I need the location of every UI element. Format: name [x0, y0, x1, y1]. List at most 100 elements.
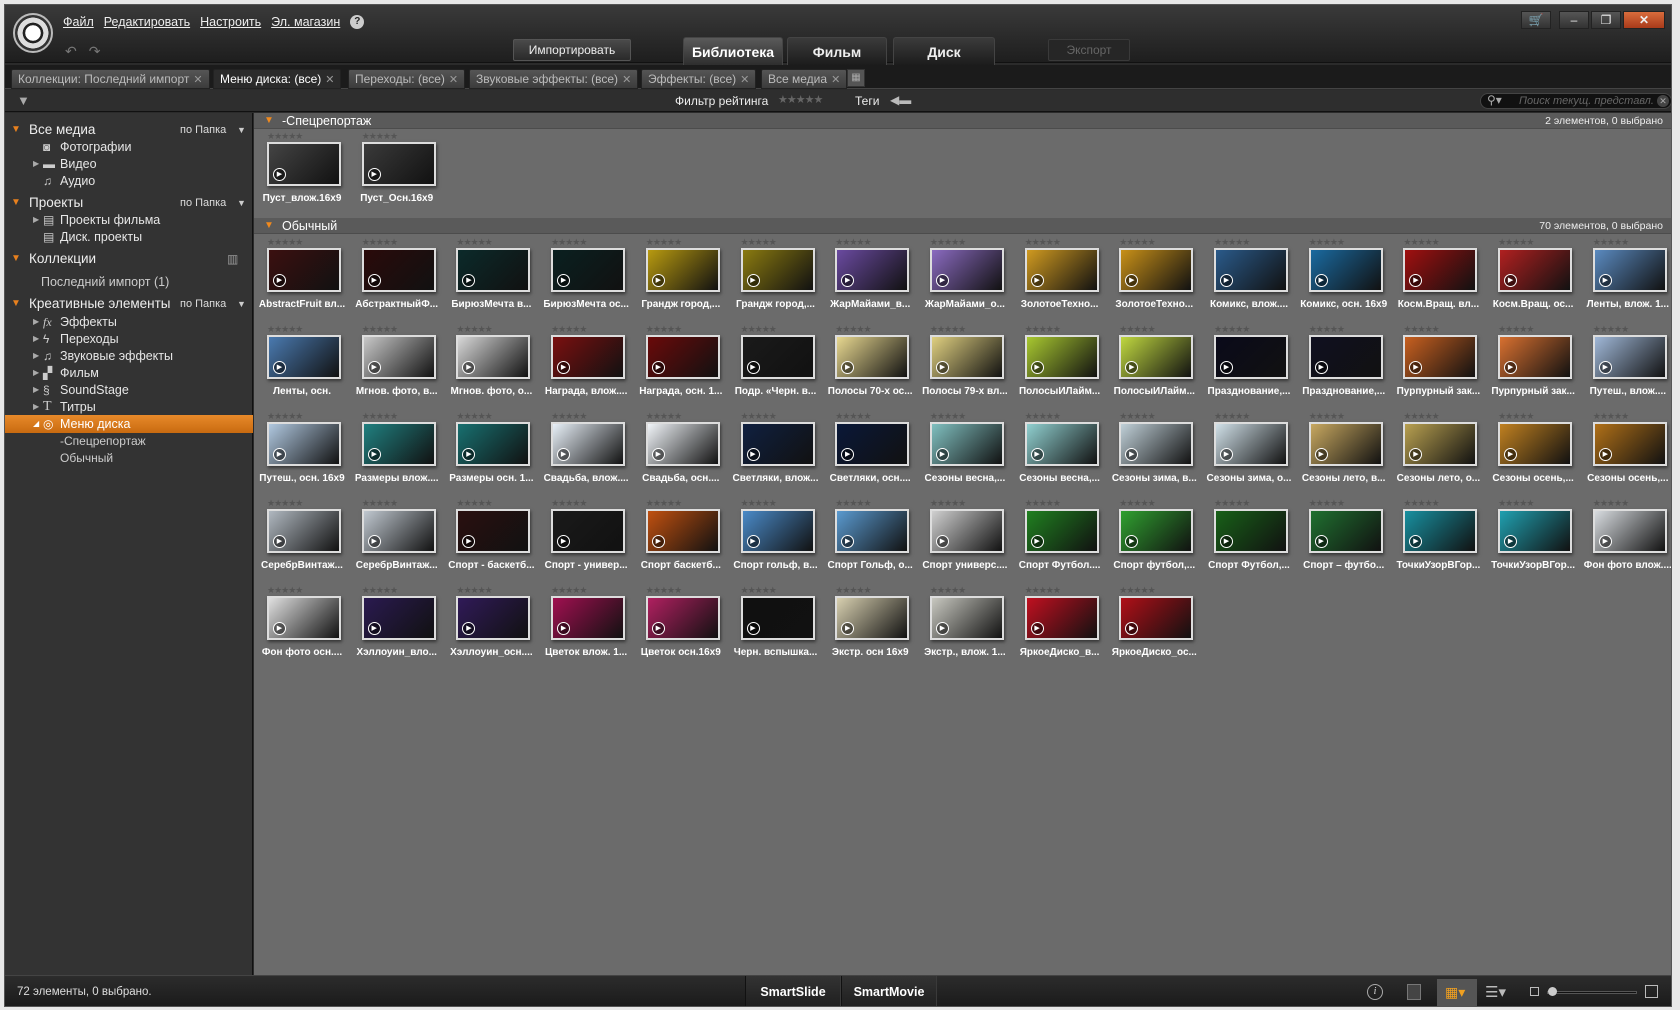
menu-template-tile[interactable]: ★★★★★ ▶ Спорт - баскетб... — [445, 498, 537, 586]
play-icon[interactable]: ▶ — [651, 448, 665, 461]
play-icon[interactable]: ▶ — [746, 361, 760, 374]
play-icon[interactable]: ▶ — [935, 535, 949, 548]
play-icon[interactable]: ▶ — [273, 448, 286, 461]
play-icon[interactable]: ▶ — [273, 274, 286, 287]
sort-label[interactable]: по Папка — [180, 295, 226, 313]
menu-template-tile[interactable]: ★★★★★ ▶ Спорт Гольф, о... — [824, 498, 916, 586]
tile-rating-stars[interactable]: ★★★★★ — [835, 585, 871, 596]
play-icon[interactable]: ▶ — [557, 361, 571, 374]
menu-template-tile[interactable]: ★★★★★ ▶ Сезоны зима, о... — [1203, 411, 1295, 499]
play-icon[interactable]: ▶ — [1314, 274, 1328, 287]
menu-template-tile[interactable]: ★★★★★ ▶ Комикс, влож.... — [1203, 237, 1295, 325]
tile-thumbnail[interactable]: ▶ — [1498, 422, 1573, 466]
tile-rating-stars[interactable]: ★★★★★ — [741, 411, 777, 422]
menu-edit[interactable]: Редактировать — [104, 15, 190, 29]
play-icon[interactable]: ▶ — [1314, 361, 1328, 374]
menu-template-tile[interactable]: ★★★★★ ▶ Косм.Вращ. ос... — [1487, 237, 1579, 325]
menu-template-tile[interactable]: ★★★★★ ▶ Экстр., влож. 1... — [919, 585, 1011, 673]
expand-arrow-icon[interactable]: ▶ — [33, 330, 39, 348]
play-icon[interactable]: ▶ — [273, 622, 286, 635]
menu-template-tile[interactable]: ★★★★★ ▶ Путеш., влож.... — [1582, 324, 1671, 412]
menu-template-tile[interactable]: ★★★★★ ▶ ЯркоеДиско_ос... — [1108, 585, 1200, 673]
play-icon[interactable]: ▶ — [1030, 361, 1044, 374]
play-icon[interactable]: ▶ — [462, 535, 476, 548]
tile-rating-stars[interactable]: ★★★★★ — [1498, 237, 1534, 248]
sidebar-item-last-import[interactable]: Последний импорт (1) — [5, 273, 253, 291]
tile-rating-stars[interactable]: ★★★★★ — [267, 585, 303, 596]
tile-thumbnail[interactable]: ▶ — [740, 509, 815, 553]
tile-thumbnail[interactable]: ▶ — [1403, 509, 1478, 553]
tile-thumbnail[interactable]: ▶ — [1214, 248, 1288, 292]
tile-thumbnail[interactable]: ▶ — [1024, 248, 1099, 292]
tile-thumbnail[interactable]: ▶ — [929, 248, 1004, 292]
play-icon[interactable]: ▶ — [367, 535, 381, 548]
menu-template-tile[interactable]: ★★★★★ ▶ Путеш., осн. 16x9 — [256, 411, 348, 499]
tile-thumbnail[interactable]: ▶ — [740, 422, 815, 466]
tile-thumbnail[interactable]: ▶ — [645, 422, 720, 466]
tile-thumbnail[interactable]: ▶ — [1592, 335, 1667, 379]
menu-template-tile[interactable]: ★★★★★ ▶ Мгнов. фото, о... — [445, 324, 537, 412]
thumbnail-size-slider[interactable] — [1547, 991, 1637, 994]
tile-rating-stars[interactable]: ★★★★★ — [1498, 498, 1534, 509]
menu-template-tile[interactable]: ★★★★★ ▶ Цветок осн.16x9 — [635, 585, 727, 673]
menu-setup[interactable]: Настроить — [200, 15, 261, 29]
close-tab-icon[interactable]: ✕ — [449, 74, 458, 86]
redo-icon[interactable]: ↷ — [89, 43, 101, 60]
tile-rating-stars[interactable]: ★★★★★ — [1025, 585, 1061, 596]
menu-template-tile[interactable]: ★★★★★ ▶ ЖарМайами_в... — [824, 237, 916, 325]
collapse-arrow-icon[interactable]: ▼ — [11, 295, 21, 313]
tile-rating-stars[interactable]: ★★★★★ — [1025, 411, 1061, 422]
menu-template-tile[interactable]: ★★★★★ ▶ Спорт универс.... — [919, 498, 1011, 586]
tile-rating-stars[interactable]: ★★★★★ — [1214, 498, 1250, 509]
play-icon[interactable]: ▶ — [651, 622, 665, 635]
close-tab-icon[interactable]: ✕ — [325, 74, 334, 86]
menu-template-tile[interactable]: ★★★★★ ▶ Сезоны лето, в... — [1298, 411, 1390, 499]
collection-manage-icon[interactable]: ▥ — [227, 250, 238, 268]
tile-thumbnail[interactable]: ▶ — [361, 596, 436, 640]
search-icon[interactable]: ⚲▾ — [1487, 93, 1502, 107]
menu-template-tile[interactable]: ★★★★★ ▶ ПолосыИЛайм... — [1014, 324, 1106, 412]
menu-template-tile[interactable]: ★★★★★ ▶ СеребрВинтаж... — [351, 498, 443, 586]
play-icon[interactable]: ▶ — [1314, 535, 1328, 548]
tile-thumbnail[interactable]: ▶ — [1119, 422, 1194, 466]
tile-thumbnail[interactable]: ▶ — [267, 248, 341, 292]
play-icon[interactable]: ▶ — [841, 448, 855, 461]
menu-file[interactable]: Файл — [63, 15, 94, 29]
tile-rating-stars[interactable]: ★★★★★ — [930, 237, 966, 248]
close-tab-icon[interactable]: ✕ — [622, 74, 631, 86]
tile-rating-stars[interactable]: ★★★★★ — [1593, 324, 1629, 335]
play-icon[interactable]: ▶ — [1030, 535, 1044, 548]
sidebar-item-audio[interactable]: ♫ Аудио — [5, 172, 253, 190]
tile-rating-stars[interactable]: ★★★★★ — [456, 237, 492, 248]
close-tab-icon[interactable]: ✕ — [193, 74, 202, 86]
tab-all-media[interactable]: Все медиа ✕ — [761, 69, 848, 89]
tile-thumbnail[interactable]: ▶ — [835, 509, 910, 553]
play-icon[interactable]: ▶ — [935, 622, 949, 635]
tile-thumbnail[interactable]: ▶ — [456, 422, 531, 466]
play-icon[interactable]: ▶ — [367, 622, 381, 635]
menu-store[interactable]: Эл. магазин — [271, 15, 340, 29]
tile-thumbnail[interactable]: ▶ — [1119, 248, 1194, 292]
menu-template-tile[interactable]: ★★★★★ ▶ Комикс, осн. 16x9 — [1298, 237, 1390, 325]
tile-rating-stars[interactable]: ★★★★★ — [1309, 237, 1345, 248]
play-icon[interactable]: ▶ — [1125, 361, 1139, 374]
collapse-arrow-icon[interactable]: ▼ — [11, 121, 21, 139]
tile-rating-stars[interactable]: ★★★★★ — [1214, 237, 1250, 248]
tile-rating-stars[interactable]: ★★★★★ — [930, 324, 966, 335]
menu-template-tile[interactable]: ★★★★★ ▶ Спорт - универ... — [540, 498, 632, 586]
tile-thumbnail[interactable]: ▶ — [1498, 335, 1573, 379]
section-header-special[interactable]: ▼ -Спецрепортаж 2 элементов, 0 выбрано — [254, 113, 1671, 129]
zoom-in-icon[interactable] — [1645, 985, 1658, 998]
menu-template-tile[interactable]: ★★★★★ ▶ ТочкиУзорВГор... — [1392, 498, 1484, 586]
pages-icon[interactable] — [1407, 984, 1421, 1000]
menu-template-tile[interactable]: ★★★★★ ▶ Ленты, осн. — [256, 324, 348, 412]
menu-template-tile[interactable]: ★★★★★ ▶ Косм.Вращ. вл... — [1392, 237, 1484, 325]
tile-rating-stars[interactable]: ★★★★★ — [1119, 237, 1155, 248]
tile-rating-stars[interactable]: ★★★★★ — [1403, 324, 1439, 335]
play-icon[interactable]: ▶ — [1125, 274, 1139, 287]
sidebar-item-photos[interactable]: ◙ Фотографии — [5, 138, 253, 156]
tile-thumbnail[interactable]: ▶ — [456, 596, 531, 640]
tile-thumbnail[interactable]: ▶ — [740, 596, 815, 640]
sidebar-item-all-media[interactable]: ▼ Все медиа по Папка ▼ — [5, 121, 253, 139]
tile-thumbnail[interactable]: ▶ — [551, 248, 626, 292]
